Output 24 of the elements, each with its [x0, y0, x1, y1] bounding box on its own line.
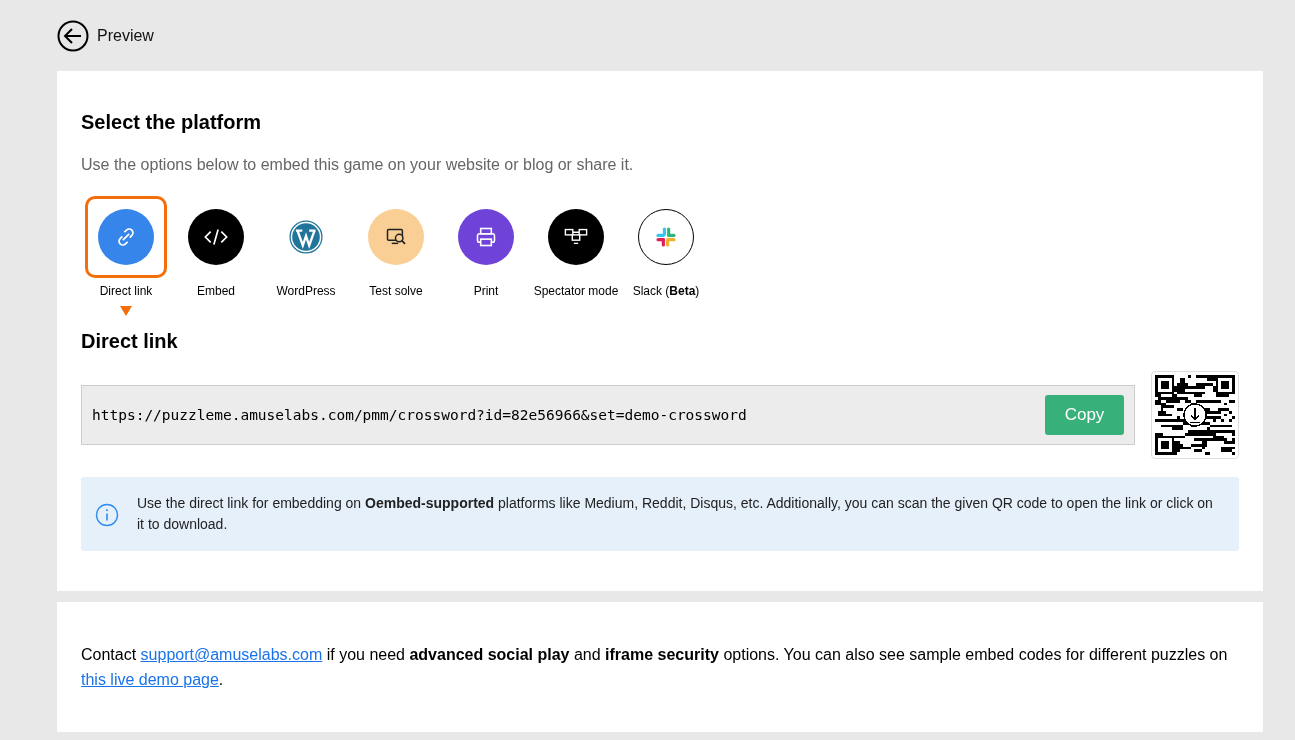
qr-code-drawing[interactable] [1151, 371, 1239, 459]
back-button[interactable]: Preview [57, 19, 154, 52]
printer-icon[interactable] [458, 209, 514, 265]
text-link[interactable]: this live demo page [81, 671, 219, 688]
screens-icon[interactable] [548, 209, 604, 265]
footer-text: Contact support@amuselabs.com if you need advanced social play and iframe security options. You can also see sample embed codes for different puzzles on this live demo page. [81, 645, 1229, 690]
platform-option[interactable]: Test solve [351, 196, 441, 298]
section-title: Select the platform [81, 111, 263, 134]
platform-option[interactable]: Print [441, 196, 531, 298]
platform-option[interactable]: Slack (Beta) [621, 196, 711, 298]
monitor-search-icon[interactable] [368, 209, 424, 265]
text-link[interactable]: support@amuselabs.com [140, 646, 323, 663]
link-icon[interactable] [98, 209, 154, 265]
url-field[interactable]: https://puzzleme.amuselabs.com/pmm/crossword?id=82e56966&set=demo-crossword Copy [81, 385, 1135, 445]
platform-option[interactable]: WordPress [261, 196, 351, 298]
platform-option[interactable]: Spectator mode [531, 196, 621, 298]
subtitle-text: Use the options below to embed this game on your website or blog or share it. [81, 156, 635, 174]
hash-logo-icon[interactable] [638, 209, 694, 265]
code-icon[interactable] [188, 209, 244, 265]
info-text: Use the direct link for embedding on Oembed-supported platforms like Medium, Reddit, Disqus, etc. Additionally, you can scan the given QR code to open the link or click on it to download. [137, 494, 1214, 534]
info-icon [95, 503, 119, 527]
platform-option[interactable]: Embed [171, 196, 261, 298]
section-title: Direct link [81, 330, 179, 353]
pointer-icon [120, 306, 132, 316]
